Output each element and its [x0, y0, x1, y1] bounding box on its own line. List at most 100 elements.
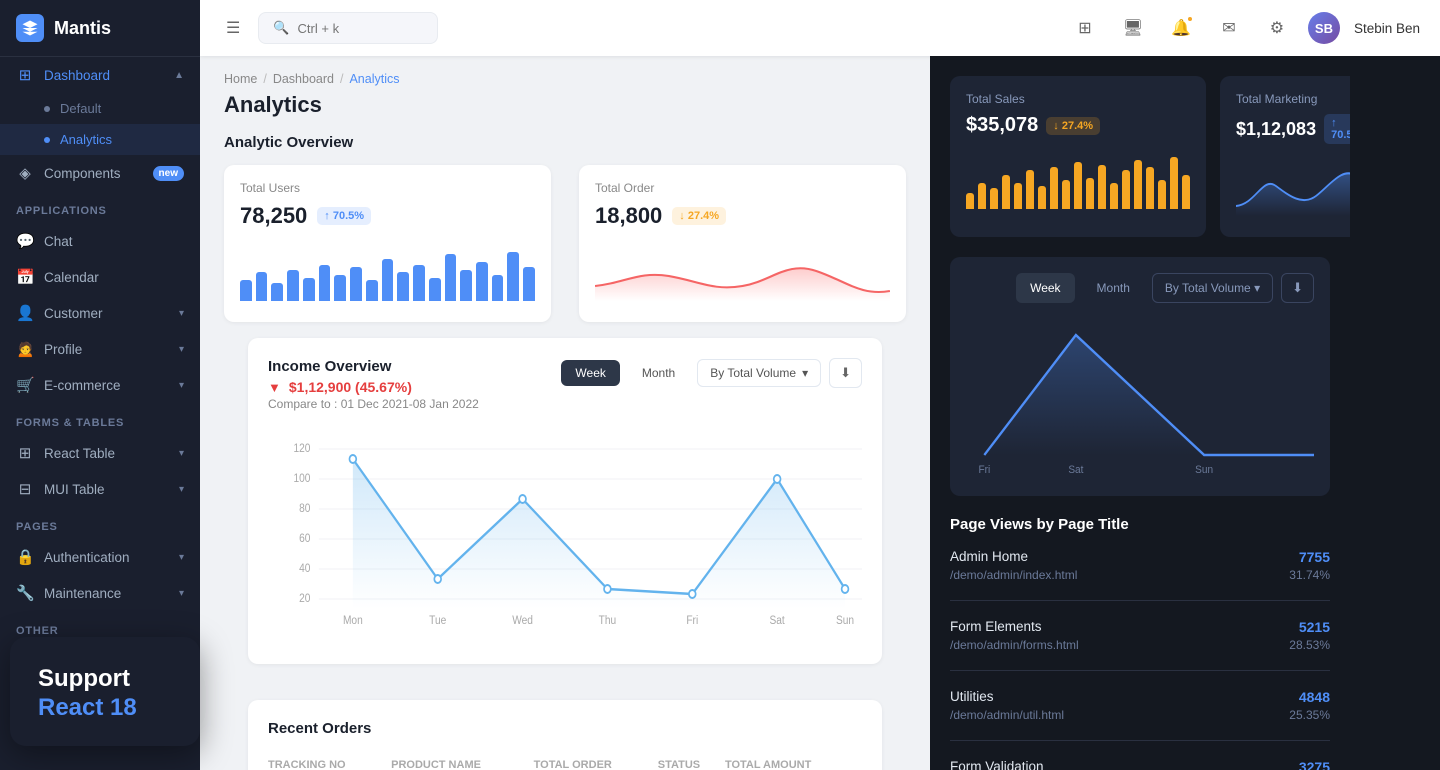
profile-icon: 🙍 — [16, 340, 34, 358]
svg-text:Sun: Sun — [836, 614, 854, 627]
bar — [460, 270, 472, 301]
chevron-down-icon: ▾ — [179, 380, 184, 391]
bar — [1074, 162, 1082, 209]
content: Home / Dashboard / Analytics Analytics A… — [200, 56, 1440, 770]
notifications-button[interactable]: 🔔 — [1164, 11, 1198, 45]
sidebar-sub-default[interactable]: Default — [0, 93, 200, 124]
recent-orders-card: Recent Orders TRACKING NO PRODUCT NAME T… — [248, 700, 882, 770]
mui-table-icon: ⊟ — [16, 480, 34, 498]
search-box: 🔍 — [258, 12, 438, 44]
user-name[interactable]: Stebin Ben — [1354, 21, 1420, 36]
card-value-row: 78,250 ↑ 70.5% — [240, 203, 535, 229]
pv-percent: 28.53% — [1289, 638, 1330, 652]
card-label: Total Users — [240, 181, 535, 195]
sidebar-item-label: Calendar — [44, 270, 99, 285]
chevron-up-icon: ▲ — [174, 70, 184, 81]
sidebar-item-profile[interactable]: 🙍 Profile ▾ — [0, 331, 200, 367]
dashboard-icon: ⊞ — [16, 66, 34, 84]
card-badge: ↓ 27.4% — [1046, 117, 1100, 135]
week-btn-dark[interactable]: Week — [1016, 273, 1074, 303]
sidebar-item-ecommerce[interactable]: 🛒 E-commerce ▾ — [0, 367, 200, 403]
table-icon: ⊞ — [16, 444, 34, 462]
bar — [319, 265, 331, 301]
col-total-order: TOTAL ORDER — [534, 751, 658, 770]
sidebar-item-maintenance[interactable]: 🔧 Maintenance ▾ — [0, 575, 200, 611]
svg-text:120: 120 — [293, 442, 310, 455]
bar — [523, 267, 535, 301]
download-btn-dark[interactable]: ⬇ — [1281, 273, 1314, 303]
dark-area-chart — [1236, 156, 1350, 216]
page-view-item: Admin Home 7755 /demo/admin/index.html 3… — [950, 549, 1330, 601]
messages-button[interactable]: ✉ — [1212, 11, 1246, 45]
card-badge: ↓ 27.4% — [672, 207, 726, 225]
sidebar-item-authentication[interactable]: 🔒 Authentication ▾ — [0, 539, 200, 575]
sidebar-item-dashboard[interactable]: ⊞ Dashboard ▲ — [0, 57, 200, 93]
avatar[interactable]: SB — [1308, 12, 1340, 44]
download-icon: ⬇ — [840, 365, 851, 380]
pv-title: Utilities — [950, 689, 994, 704]
bar — [1038, 186, 1046, 209]
search-input[interactable] — [298, 21, 418, 36]
topbar-right: ⊞ 🖥 🔔 ✉ ⚙ SB Stebin Ben — [1068, 11, 1420, 45]
bar — [271, 283, 283, 301]
components-badge: new — [153, 166, 184, 181]
income-value: $1,12,900 (45.67%) — [289, 379, 412, 395]
support-popup: Support React 18 — [10, 637, 200, 746]
apps-icon: ⊞ — [1078, 18, 1091, 38]
sidebar-item-customer[interactable]: 👤 Customer ▾ — [0, 295, 200, 331]
sidebar-sub-analytics[interactable]: Analytics — [0, 124, 200, 155]
card-value: 18,800 — [595, 203, 662, 229]
bar — [256, 272, 268, 301]
breadcrumb-dashboard[interactable]: Dashboard — [273, 72, 334, 86]
month-btn-dark[interactable]: Month — [1083, 273, 1144, 303]
section-applications: Applications — [0, 191, 200, 223]
theme-button[interactable]: 🖥 — [1116, 11, 1150, 45]
volume-btn-dark[interactable]: By Total Volume ▾ — [1152, 273, 1273, 303]
bar — [413, 265, 425, 301]
total-sales-card: Total Sales $35,078 ↓ 27.4% — [950, 76, 1206, 237]
sidebar-item-react-table[interactable]: ⊞ React Table ▾ — [0, 435, 200, 471]
svg-text:20: 20 — [299, 592, 310, 605]
sidebar-item-chat[interactable]: 💬 Chat — [0, 223, 200, 259]
month-button[interactable]: Month — [628, 360, 689, 386]
sidebar-item-label: React Table — [44, 446, 115, 461]
ecommerce-icon: 🛒 — [16, 376, 34, 394]
volume-button[interactable]: By Total Volume ▾ — [697, 359, 821, 387]
pv-percent: 31.74% — [1289, 568, 1330, 582]
pv-value: 7755 — [1299, 549, 1330, 565]
breadcrumb-home[interactable]: Home — [224, 72, 257, 86]
bar — [1158, 180, 1166, 209]
download-button[interactable]: ⬇ — [829, 358, 862, 388]
bar — [990, 188, 998, 209]
sidebar-item-label: Maintenance — [44, 586, 121, 601]
sidebar-item-label: Dashboard — [44, 68, 110, 83]
bar — [350, 267, 362, 301]
svg-text:Sat: Sat — [770, 614, 785, 627]
page-view-item: Form Elements 5215 /demo/admin/forms.htm… — [950, 619, 1330, 671]
bar — [382, 259, 394, 301]
total-marketing-card: Total Marketing $1,12,083 ↑ 70.5% — [1220, 76, 1350, 237]
svg-text:60: 60 — [299, 532, 310, 545]
income-title: Income Overview — [268, 358, 479, 375]
sidebar-item-components[interactable]: ◈ Components new — [0, 155, 200, 191]
section-forms: Forms & Tables — [0, 403, 200, 435]
week-button[interactable]: Week — [561, 360, 619, 386]
svg-text:Thu: Thu — [599, 614, 617, 627]
recent-orders-title: Recent Orders — [268, 720, 862, 737]
menu-toggle-button[interactable]: ☰ — [220, 12, 246, 44]
svg-text:Mon: Mon — [343, 614, 363, 627]
svg-text:80: 80 — [299, 502, 310, 515]
settings-button[interactable]: ⚙ — [1260, 11, 1294, 45]
pv-row: Utilities 4848 — [950, 689, 1330, 705]
sidebar-logo[interactable]: Mantis — [0, 0, 200, 57]
sidebar-item-calendar[interactable]: 📅 Calendar — [0, 259, 200, 295]
sidebar-item-mui-table[interactable]: ⊟ MUI Table ▾ — [0, 471, 200, 507]
customer-icon: 👤 — [16, 304, 34, 322]
svg-text:40: 40 — [299, 562, 310, 575]
apps-button[interactable]: ⊞ — [1068, 11, 1102, 45]
topbar-left: ☰ 🔍 — [220, 12, 1056, 44]
bar — [397, 272, 409, 301]
dark-income-chart: Week Month By Total Volume ▾ ⬇ — [950, 257, 1330, 496]
bar — [1098, 165, 1106, 209]
income-compare: Compare to : 01 Dec 2021-08 Jan 2022 — [268, 397, 479, 411]
